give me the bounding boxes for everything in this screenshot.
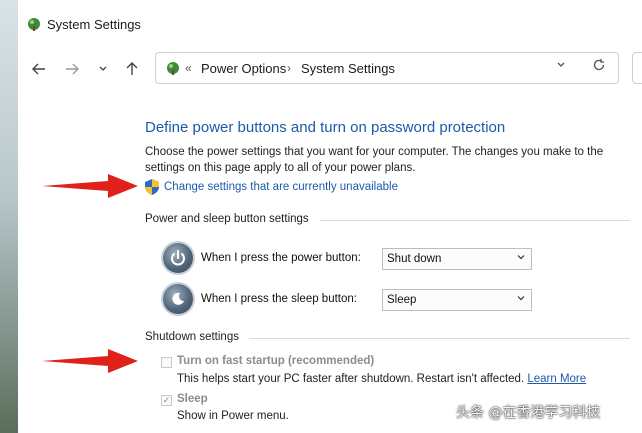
power-group-label: Power and sleep button settings [145, 213, 309, 225]
recent-locations-chevron-down-icon[interactable] [92, 58, 114, 80]
divider [249, 338, 630, 339]
fast-startup-description: This helps start your PC faster after sh… [177, 373, 586, 385]
power-button-action-value: Shut down [387, 253, 442, 265]
sleep-button-label: When I press the sleep button: [201, 293, 357, 305]
page-title: Define power buttons and turn on passwor… [145, 119, 506, 136]
desktop-background [0, 0, 18, 433]
control-panel-icon [167, 62, 179, 75]
fast-startup-description-text: This helps start your PC faster after sh… [177, 373, 525, 385]
sleep-option-description: Show in Power menu. [177, 410, 289, 422]
power-options-icon [28, 18, 40, 31]
window-title: System Settings [47, 17, 141, 32]
address-dropdown-chevron-down-icon[interactable] [556, 59, 566, 73]
annotation-arrow-icon [42, 174, 138, 198]
main-content: Define power buttons and turn on passwor… [18, 90, 642, 433]
power-button-action-select[interactable]: Shut down [382, 248, 532, 270]
back-arrow-icon[interactable] [28, 58, 50, 80]
search-box[interactable] [632, 52, 642, 84]
watermark: 头条 @在香港学习科技 [456, 405, 601, 421]
change-settings-link[interactable]: Change settings that are currently unava… [164, 181, 398, 193]
page-description: Choose the power settings that you want … [145, 146, 604, 174]
up-arrow-icon[interactable] [121, 58, 143, 80]
address-overflow-chevrons[interactable]: « [185, 61, 192, 75]
title-bar: System Settings [18, 0, 642, 48]
sleep-button-icon [163, 284, 193, 314]
annotation-arrow-icon [42, 349, 138, 373]
uac-shield-icon [145, 179, 159, 195]
breadcrumb-separator[interactable]: › [287, 61, 291, 75]
fast-startup-label: Turn on fast startup (recommended) [177, 355, 375, 367]
refresh-icon[interactable] [592, 58, 606, 76]
sleep-button-action-value: Sleep [387, 294, 417, 306]
learn-more-link[interactable]: Learn More [527, 373, 586, 385]
breadcrumb-power-options[interactable]: Power Options [201, 61, 286, 76]
sleep-button-action-select[interactable]: Sleep [382, 289, 532, 311]
divider [320, 220, 630, 221]
power-button-icon [163, 243, 193, 273]
sleep-checkbox[interactable]: ✓ [161, 395, 172, 406]
chevron-down-icon [516, 252, 526, 265]
breadcrumb-system-settings[interactable]: System Settings [301, 61, 395, 76]
power-button-label: When I press the power button: [201, 252, 361, 264]
fast-startup-checkbox[interactable] [161, 357, 172, 368]
shutdown-group-label: Shutdown settings [145, 331, 239, 343]
chevron-down-icon [516, 293, 526, 306]
sleep-option-label: Sleep [177, 393, 208, 405]
address-bar[interactable]: « Power Options › System Settings [155, 52, 619, 84]
forward-arrow-icon[interactable] [61, 58, 83, 80]
system-settings-window: System Settings « Power Options › System… [18, 0, 642, 433]
